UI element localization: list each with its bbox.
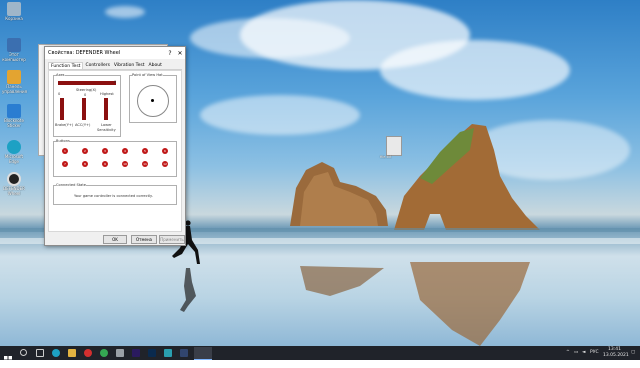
tab-controllers[interactable]: Controllers [83,62,111,69]
desktop-file-icon[interactable] [386,136,402,156]
app-glyph [7,104,21,118]
notification-icon[interactable]: ▢ [631,350,635,355]
clock-time[interactable]: 13:41 [608,347,621,352]
desktop: file.txt Корзина Этот компьютер Панель у… [0,0,640,346]
pov-hat-dot [151,99,154,102]
axis-value-1: 0 [84,93,87,97]
ok-button[interactable]: OK [103,235,127,244]
edge-icon[interactable]: Microsoft Edge [2,140,26,164]
app-taskbar-icon-teal[interactable] [164,349,172,357]
steering-wheel-glyph [7,172,21,186]
button-indicator: 11 [142,161,148,167]
language-indicator[interactable]: РУС [590,350,599,355]
monitor-glyph [7,38,21,52]
media-taskbar-icon[interactable] [180,349,188,357]
network-icon[interactable]: ▭ [574,350,578,355]
opera-taskbar-icon[interactable] [84,349,92,357]
cancel-button[interactable]: Отмена [131,235,157,244]
recycle-bin-glyph [7,2,21,16]
connected-label: Connected State [56,183,87,187]
acc-bar [82,98,86,120]
brake-label: Brake(Y+) [55,123,74,127]
tab-vibration-test[interactable]: Vibration Test [112,62,147,69]
search-icon[interactable] [20,349,27,356]
button-indicator: 7 [62,161,68,167]
axes-label: Axes [56,73,65,77]
tab-function-test[interactable]: Function Test [48,62,84,69]
tray-arrow-icon[interactable]: ^ [566,350,570,355]
axes-group: Axes 0 Steering(X) 0 0 Highest Brake(Y+)… [53,73,121,137]
connected-text: Your game controller is connected correc… [74,194,153,198]
sensitivity-label: Sensitivity [97,128,116,132]
desktop-file-label: file.txt [380,155,392,159]
button-indicator: 3 [102,148,108,154]
brake-bar [60,98,64,120]
volume-icon[interactable]: ◄ [582,350,585,355]
control-panel-icon[interactable]: Панель управления [2,70,27,94]
dialog-tabs: Function Test Controllers Vibration Test… [48,62,182,70]
button-indicator: 8 [82,161,88,167]
steering-value-right: 0 [114,80,117,84]
button-indicator: 9 [102,161,108,167]
this-pc-icon[interactable]: Этот компьютер [2,38,26,62]
edge-taskbar-icon[interactable] [52,349,60,357]
acc-label: ACC(Y+) [75,123,91,127]
button-indicator: 4 [122,148,128,154]
pov-label: Point of View Hat [132,73,163,77]
steering-value-left: 0 [58,92,61,96]
steering-bar [58,81,116,85]
lower-label: Lower [101,123,112,127]
folder-glyph [7,70,21,84]
browser-glyph [7,140,21,154]
connected-state-group: Connected State Your game controller is … [53,183,177,205]
buttons-label: Buttons [56,139,70,143]
explorer-taskbar-icon[interactable] [68,349,76,357]
photoshop-taskbar-icon[interactable] [148,349,156,357]
taskbar: ^ ▭ ◄ РУС 13:41 13.05.2021 ▢ [0,346,640,364]
defender-wheel-icon[interactable]: DEFENDER Wheel [2,172,26,196]
premiere-taskbar-icon[interactable] [132,349,140,357]
buttons-group: Buttons 1 2 3 4 5 6 7 8 9 10 11 12 [53,139,177,177]
desktop-icon-label: Корзина [5,16,23,21]
app-taskbar-icon-green[interactable] [100,349,108,357]
recycle-bin-icon[interactable]: Корзина [2,2,26,21]
desktop-icon-label: Панель управления [2,84,27,94]
button-indicator: 12 [162,161,168,167]
highest-label: Highest [100,92,114,96]
button-indicator: 2 [82,148,88,154]
button-indicator: 5 [142,148,148,154]
game-controller-properties-dialog: Свойства: DEFENDER Wheel ? ✕ Function Te… [44,46,186,246]
pov-hat-group: Point of View Hat [129,73,177,123]
tab-content: Axes 0 Steering(X) 0 0 Highest Brake(Y+)… [48,70,182,232]
dialog-titlebar[interactable]: Свойства: DEFENDER Wheel ? ✕ [45,47,185,59]
dialog-title: Свойства: DEFENDER Wheel [48,50,121,56]
active-window-taskbar-button[interactable] [194,347,212,360]
button-indicator: 1 [62,148,68,154]
button-indicator: 10 [122,161,128,167]
desktop-icon-label: DEFENDER Wheel [3,186,25,196]
start-button[interactable] [4,349,12,364]
help-button[interactable]: ? [165,50,175,57]
clock-date[interactable]: 13.05.2021 [603,353,629,358]
windows-logo-icon [4,356,12,364]
app-taskbar-icon-gray[interactable] [116,349,124,357]
desktop-icon-label: Blocknote Sticker [4,118,24,128]
button-indicator: 6 [162,148,168,154]
sensitivity-bar [104,98,108,120]
desktop-icon-label: Microsoft Edge [4,154,24,164]
desktop-icon-label: Этот компьютер [2,52,26,62]
steering-label: Steering(X) [76,88,97,92]
sticker-app-icon[interactable]: Blocknote Sticker [2,104,26,128]
tab-about[interactable]: About [147,62,164,69]
close-button[interactable]: ✕ [175,50,185,57]
apply-button[interactable]: Применить [159,235,185,244]
task-view-icon[interactable] [36,349,44,357]
